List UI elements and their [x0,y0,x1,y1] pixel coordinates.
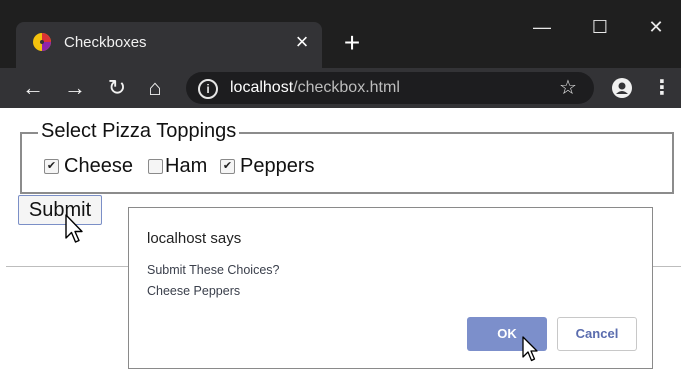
checkbox-cheese-label: Cheese [64,155,133,177]
checkbox-cheese[interactable]: ✔ [44,159,59,174]
back-arrow-icon[interactable]: ← [18,73,48,103]
account-icon[interactable] [612,78,632,98]
alert-dialog: localhost says Submit These Choices? Che… [128,207,653,369]
checkbox-peppers-label: Peppers [240,155,315,177]
mouse-cursor-icon-dialog [522,336,538,362]
home-icon[interactable]: ⌂ [140,73,170,103]
submit-button[interactable]: Submit [18,195,102,225]
new-tab-button[interactable]: + [337,28,367,58]
cancel-button[interactable]: Cancel [557,317,637,351]
checkbox-ham[interactable] [148,159,163,174]
url-host: localhost [230,79,294,96]
dialog-message-line1: Submit These Choices? [147,263,280,277]
mouse-cursor-icon [65,214,83,243]
bookmark-star-icon[interactable]: ☆ [554,74,582,102]
address-bar[interactable]: i localhost/checkbox.html ☆ [186,72,594,104]
forward-arrow-icon[interactable]: → [60,73,90,103]
site-info-icon[interactable]: i [198,79,218,99]
page-divider-right [650,266,681,267]
checkbox-peppers[interactable]: ✔ [220,159,235,174]
checkbox-ham-label: Ham [165,155,208,177]
menu-kebab-icon[interactable]: ⋮ [652,74,672,102]
tab-close-icon[interactable]: × [290,30,314,54]
minimize-button[interactable]: — [522,12,562,42]
tab-title: Checkboxes [64,34,147,51]
dialog-message-line2: Cheese Peppers [147,284,241,298]
browser-tab[interactable]: Checkboxes × [16,22,322,68]
close-window-button[interactable]: ✕ [636,12,676,42]
browser-titlebar: Checkboxes × + — ☐ ✕ [0,0,681,68]
browser-toolbar: ← → ↻ ⌂ i localhost/checkbox.html ☆ ⋮ [0,68,681,108]
reload-icon[interactable]: ↻ [102,73,132,103]
url-path: /checkbox.html [293,79,400,96]
dialog-title: localhost says [147,230,242,247]
toppings-legend: Select Pizza Toppings [38,120,240,143]
url-text[interactable]: localhost/checkbox.html [230,79,400,97]
maximize-button[interactable]: ☐ [580,12,620,42]
favicon-icon [33,33,51,51]
page-divider [6,266,130,267]
